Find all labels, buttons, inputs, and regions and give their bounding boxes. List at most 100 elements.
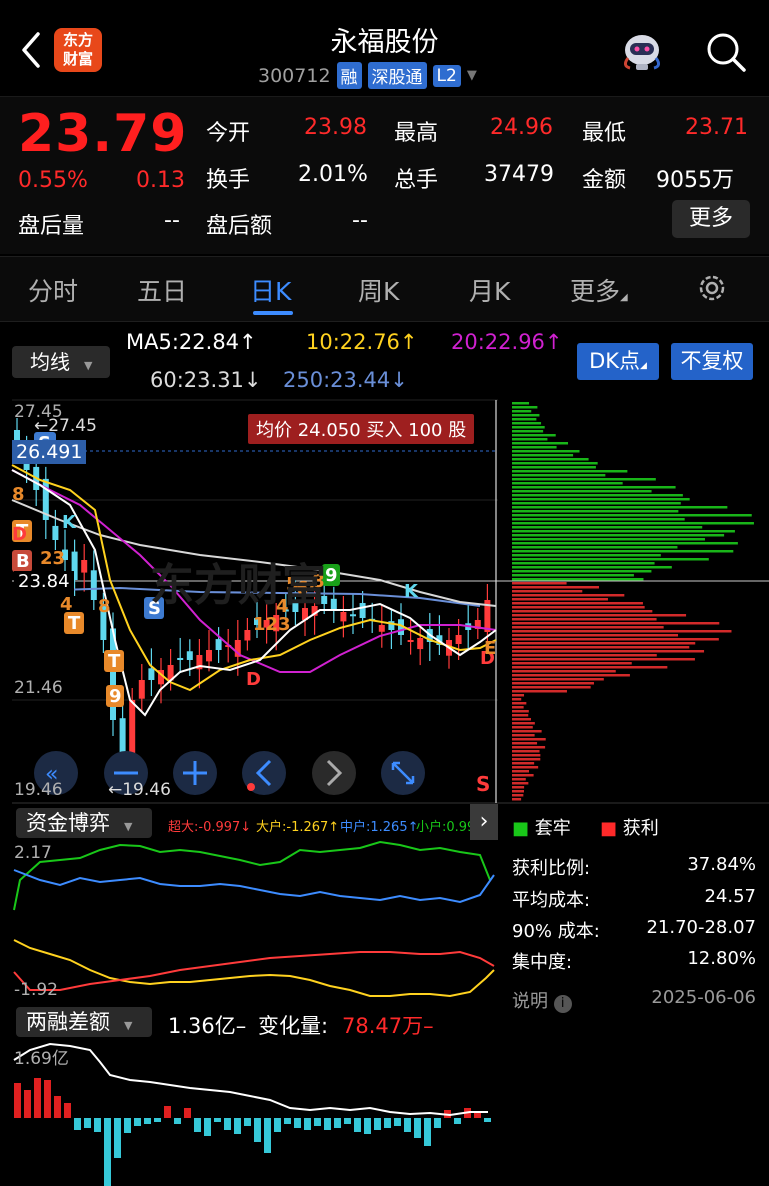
avg-cost-label: 平均成本: — [512, 890, 591, 911]
kline-chart[interactable]: S T T T B 9 9 4 8 4 123 5 6 7 8 23 8 D D… — [0, 398, 769, 806]
chip-bar — [512, 682, 594, 685]
svg-text:E: E — [484, 638, 496, 659]
margin-balance-value: 1.36亿– — [168, 1014, 247, 1038]
chip-bar — [512, 770, 530, 773]
chip-bar — [512, 690, 567, 693]
tag-l2: L2 — [432, 64, 461, 87]
legend-medium: 中户:1.265↑ — [340, 820, 419, 835]
margin-bar — [404, 1118, 411, 1132]
margin-bar — [14, 1083, 21, 1118]
chip-bar — [512, 530, 735, 533]
funds-dropdown-label: 资金博弈 — [26, 811, 110, 835]
chip-bar — [512, 570, 652, 573]
chip-bar — [512, 750, 540, 753]
funds-indicator-dropdown[interactable]: 资金博弈 ▼ — [16, 808, 152, 838]
quote-more-button[interactable]: 更多 — [672, 200, 750, 238]
margin-bar — [244, 1118, 251, 1126]
turnover-label: 换手 — [206, 168, 251, 193]
candle-body — [177, 657, 184, 660]
margin-bar — [214, 1118, 221, 1122]
chip-bar — [512, 642, 696, 645]
no-adjust-button[interactable]: 不复权 — [671, 343, 753, 380]
candle-body — [244, 630, 251, 641]
chip-bar — [512, 402, 530, 405]
margin-bar — [24, 1090, 31, 1118]
tab-monthly-k[interactable]: 月K — [469, 272, 510, 308]
chip-bar — [512, 658, 695, 661]
svg-text:9: 9 — [325, 565, 338, 586]
candle-body — [350, 614, 356, 617]
stock-subline: 300712 融 深股通 L2 ▼ — [258, 62, 477, 89]
legend-trapped: ■ 套牢 — [512, 814, 571, 840]
chip-bar — [512, 678, 604, 681]
tag-margin: 融 — [336, 62, 362, 89]
chip-bar — [512, 598, 608, 601]
legend-profit: ■ 获利 — [600, 814, 659, 840]
margin-bar — [314, 1118, 321, 1126]
funds-axis-bottom: -1.92 — [14, 980, 58, 1000]
dk-point-button[interactable]: DK点◢ — [577, 343, 659, 380]
robot-assistant-icon[interactable] — [618, 28, 666, 74]
margin-chart — [13, 1042, 491, 1186]
chip-bar — [512, 702, 527, 705]
chip-bar — [512, 602, 643, 605]
svg-text:23: 23 — [40, 548, 65, 569]
chip-bar — [512, 762, 535, 765]
chip-bar — [512, 622, 720, 625]
chip-bar — [512, 614, 687, 617]
indicator-dropdown[interactable]: 均线 ▼ — [12, 346, 110, 378]
margin-bar — [254, 1118, 261, 1142]
svg-text:D: D — [12, 524, 27, 545]
legend-swatch: ■ — [600, 818, 618, 839]
help-label: 说明 — [512, 991, 548, 1012]
chip-bar — [512, 590, 583, 593]
chip-bar — [512, 574, 634, 577]
svg-text:8: 8 — [98, 596, 111, 617]
chip-bar — [512, 630, 732, 633]
chip-bar — [512, 430, 544, 433]
chevron-down-icon[interactable]: ▼ — [467, 68, 477, 83]
amount-value: 9055万 — [656, 168, 734, 193]
margin-bar — [84, 1118, 91, 1128]
chart-nav-controls[interactable]: « — [34, 751, 425, 795]
tab-intraday[interactable]: 分时 — [28, 272, 78, 308]
margin-change-value: 78.47万– — [342, 1014, 434, 1038]
profit-ratio-value: 37.84% — [687, 854, 756, 875]
margin-indicator-dropdown[interactable]: 两融差额 ▼ — [16, 1007, 152, 1037]
chip-bar — [512, 650, 705, 653]
svg-text:4: 4 — [60, 594, 73, 615]
tab-daily-k[interactable]: 日K — [250, 272, 291, 308]
chip-bar — [512, 790, 524, 793]
step-right-button[interactable] — [312, 751, 356, 795]
chip-bar — [512, 486, 676, 489]
margin-dropdown-label: 两融差额 — [26, 1010, 110, 1034]
search-icon[interactable] — [704, 30, 748, 74]
chip-bar — [512, 666, 668, 669]
chip-bar — [512, 694, 525, 697]
after-hours-volume-value: -- — [164, 208, 180, 233]
tag-connect: 深股通 — [367, 62, 427, 89]
help-link[interactable]: 说明 i — [512, 987, 572, 1013]
legend-profit-label: 获利 — [622, 818, 659, 839]
chip-bar — [512, 494, 683, 497]
margin-bar — [124, 1118, 131, 1133]
chip-bar — [512, 558, 709, 561]
margin-bar — [114, 1118, 121, 1158]
axis-bottom-price: 19.46 — [14, 780, 63, 800]
corner-triangle-icon: ◢ — [640, 361, 647, 371]
chip-bar — [512, 410, 532, 413]
info-icon: i — [553, 995, 572, 1013]
chevron-right-icon[interactable]: › — [470, 804, 498, 840]
margin-bar — [394, 1118, 401, 1126]
tab-five-day[interactable]: 五日 — [137, 272, 187, 308]
tab-weekly-k[interactable]: 周K — [358, 272, 399, 308]
cost-90-value: 21.70-28.07 — [646, 917, 756, 938]
volume-value: 37479 — [484, 162, 554, 187]
margin-bar — [64, 1103, 71, 1118]
margin-bar — [224, 1118, 231, 1130]
axis-low-price: 21.46 — [14, 678, 63, 698]
tab-more[interactable]: 更多◢ — [570, 272, 628, 308]
chip-bar — [512, 638, 719, 641]
gear-icon[interactable] — [694, 270, 730, 306]
volume-label: 总手 — [394, 168, 439, 193]
